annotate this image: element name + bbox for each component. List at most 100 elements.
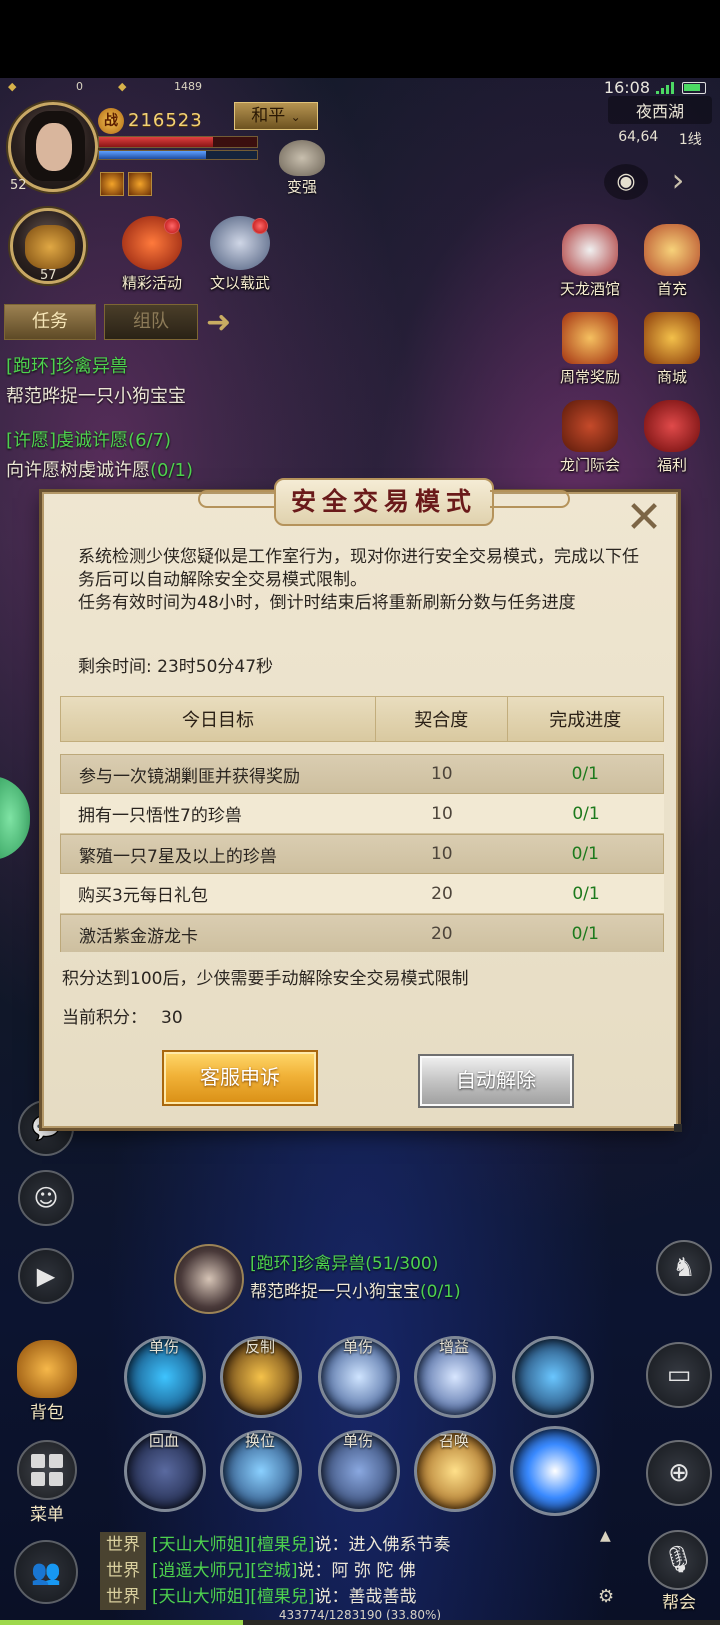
skill-label-8: 召唤 <box>438 1432 469 1450</box>
weekly-reward-button[interactable]: 周常奖励 <box>550 312 630 387</box>
gift-bag-icon <box>644 400 700 452</box>
header-goal: 今日目标 <box>61 697 376 741</box>
main-attack-button[interactable] <box>510 1426 600 1516</box>
chat-speaker-title: [天山大师姐] <box>152 1535 251 1555</box>
auto-release-button[interactable]: 自动解除 <box>418 1054 574 1108</box>
pk-mode-dropdown[interactable]: 和平 ⌄ <box>234 102 318 130</box>
chat-message: 说：阿 弥 陀 佛 <box>297 1561 416 1581</box>
remaining-time-value: 23时50分47秒 <box>157 657 274 677</box>
npc-quest-progress: (0/1) <box>420 1282 461 1302</box>
progress-cell: 0/1 <box>572 883 600 904</box>
exp-bar <box>0 1620 720 1625</box>
hp-bar <box>98 136 258 148</box>
wenyi-label: 文以载武 <box>209 274 270 292</box>
progress-cell: 0/1 <box>572 803 600 824</box>
currency-1-value: 0 <box>76 80 83 93</box>
silver-icon: ◆ <box>118 80 127 93</box>
chevron-right-icon[interactable]: › <box>658 160 698 200</box>
chat-line: 世界 [天山大师姐][檀果兒]说：进入佛系节奏 <box>100 1532 620 1558</box>
wenyi-button[interactable]: 文以载武 <box>200 216 280 293</box>
header-score: 契合度 <box>376 697 508 741</box>
npc-quest-desc: 帮范晔捉一只小狗宝宝 <box>250 1282 420 1302</box>
chat-speaker-name[interactable]: [檀果兒] <box>250 1587 314 1607</box>
minimap-info[interactable]: 夜西湖 64,64 1线 <box>608 96 712 150</box>
status-bar-black <box>0 0 720 78</box>
bag-label: 背包 <box>30 1403 64 1423</box>
strengthen-label: 变强 <box>286 178 317 196</box>
table-header: 今日目标 契合度 完成进度 <box>60 696 664 742</box>
score-note: 积分达到100后，少侠需要手动解除安全交易模式限制 <box>62 969 469 989</box>
target-crosshair-icon[interactable]: ⊕ <box>646 1440 712 1506</box>
player-level: 52 <box>10 178 27 193</box>
quest-title: [跑环]珍禽异兽 <box>6 356 129 377</box>
remaining-time: 剩余时间: 23时50分47秒 <box>78 652 273 677</box>
header-progress: 完成进度 <box>549 710 622 731</box>
recharge-button[interactable]: 首充 <box>632 224 712 299</box>
shop-label: 商城 <box>656 368 687 386</box>
menu-label: 菜单 <box>30 1505 64 1525</box>
settings-gear-icon[interactable]: ⚙ <box>598 1586 614 1607</box>
events-button[interactable]: 精彩活动 <box>112 216 192 293</box>
chat-expand-up-icon[interactable]: ▲ <box>600 1528 611 1544</box>
tab-team[interactable]: 组队 <box>104 304 198 340</box>
tavern-button[interactable]: 天龙酒馆 <box>550 224 630 299</box>
person-icon[interactable]: ☺ <box>18 1170 74 1226</box>
npc-quest-tracker[interactable]: [跑环]珍禽异兽(51/300) 帮范晔捉一只小狗宝宝(0/1) <box>250 1250 461 1306</box>
longmen-button[interactable]: 龙门际会 <box>550 400 630 475</box>
skill-label-6: 换位 <box>244 1432 275 1450</box>
chat-speaker-title: [天山大师姐] <box>152 1587 251 1607</box>
grid-icon <box>17 1440 77 1500</box>
npc-avatar[interactable] <box>174 1244 244 1314</box>
guild-button[interactable]: 🎙 <box>648 1530 708 1590</box>
monitor-icon[interactable]: ▭ <box>646 1342 712 1408</box>
quest-item-2[interactable]: [许愿]虔诚许愿(6/7) 向许愿树虔诚许愿(0/1) <box>6 428 193 484</box>
muscle-icon <box>279 140 325 176</box>
exp-fill <box>0 1620 244 1625</box>
dialog-corner <box>674 1124 682 1132</box>
goals-table[interactable]: 今日目标 契合度 完成进度 参与一次镜湖剿匪并获得奖励 10 0/1 拥有一只悟… <box>60 696 664 952</box>
quest-item-1[interactable]: [跑环]珍禽异兽 帮范晔捉一只小狗宝宝 <box>6 354 186 410</box>
dialog-description: 系统检测少侠您疑似是工作室行为，现对你进行安全交易模式，完成以下任务后可以自动解… <box>78 546 648 615</box>
strengthen-button[interactable]: 变强 <box>272 140 332 197</box>
progress-cell: 0/1 <box>571 924 599 944</box>
current-score: 当前积分： 30 <box>62 1003 183 1028</box>
score-cell: 20 <box>430 924 453 944</box>
skill-label-3: 单伤 <box>342 1338 373 1356</box>
chat-line: 世界 [天山大师姐][檀果兒]说：善哉善哉 <box>100 1584 620 1610</box>
friends-icon[interactable]: 👥 <box>14 1540 78 1604</box>
quest-progress: (0/1) <box>150 460 194 481</box>
table-row: 拥有一只悟性7的珍兽 10 0/1 <box>60 794 664 834</box>
safe-trade-dialog: 安全交易模式 ✕ 系统检测少侠您疑似是工作室行为，现对你进行安全交易模式，完成以… <box>42 478 682 1132</box>
quest-title: [许愿]虔诚许愿(6/7) <box>6 430 172 451</box>
camera-icon[interactable]: ▶ <box>18 1248 74 1304</box>
buff-icon-2[interactable] <box>128 172 152 196</box>
close-icon[interactable]: ✕ <box>622 496 666 542</box>
chat-panel[interactable]: 世界 [天山大师姐][檀果兒]说：进入佛系节奏 世界 [逍遥大师兄][空城]说：… <box>100 1532 620 1610</box>
dialog-text-1: 系统检测少侠您疑似是工作室行为，现对你进行安全交易模式，完成以下任务后可以自动解… <box>78 547 639 590</box>
skill-button-5[interactable] <box>512 1336 594 1418</box>
chat-message: 说：善哉善哉 <box>314 1587 417 1607</box>
server-line[interactable]: 1线 <box>679 129 702 149</box>
shop-button[interactable]: 商城 <box>632 312 712 387</box>
collapse-arrow-icon[interactable]: ➜ <box>206 305 231 340</box>
table-row: 参与一次镜湖剿匪并获得奖励 10 0/1 <box>60 754 664 794</box>
combat-power-value: 216523 <box>128 110 203 131</box>
welfare-button[interactable]: 福利 <box>632 400 712 475</box>
horse-mount-icon[interactable]: ♞ <box>656 1240 712 1296</box>
eye-icon[interactable]: ◉ <box>604 164 648 200</box>
skill-label-4: 增益 <box>438 1338 469 1356</box>
battery-icon <box>682 82 706 94</box>
buff-icon-1[interactable] <box>100 172 124 196</box>
tab-task[interactable]: 任务 <box>4 304 96 340</box>
chat-speaker-name[interactable]: [檀果兒] <box>250 1535 314 1555</box>
goal-cell: 参与一次镜湖剿匪并获得奖励 <box>79 766 300 787</box>
bag-button[interactable]: 背包 <box>12 1340 82 1423</box>
notification-dot <box>164 218 180 234</box>
appeal-button[interactable]: 客服申诉 <box>162 1050 318 1106</box>
skill-label-1: 单伤 <box>148 1338 179 1356</box>
events-label: 精彩活动 <box>121 274 182 292</box>
menu-button[interactable]: 菜单 <box>12 1440 82 1525</box>
combat-power-icon: 战 <box>98 108 124 134</box>
chat-speaker-name[interactable]: [空城] <box>250 1561 297 1581</box>
clock: 16:08 <box>603 78 650 97</box>
